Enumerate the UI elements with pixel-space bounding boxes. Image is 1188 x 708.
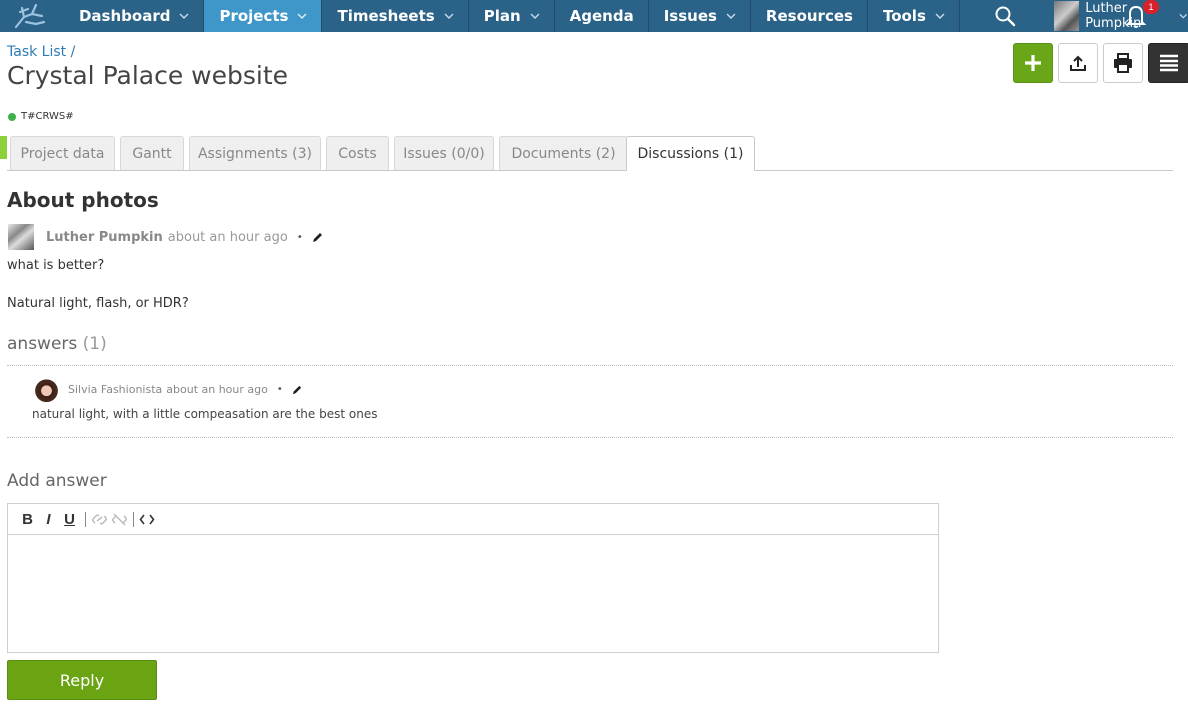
answers-count: (1) [82,334,107,354]
post-body-line: Natural light, flash, or HDR? [7,296,189,311]
chevron-down-icon [530,13,540,19]
app-logo[interactable] [0,0,64,32]
nav-timesheets-label: Timesheets [337,7,435,25]
printer-icon [1114,53,1132,73]
nav-issues-label: Issues [663,7,717,25]
toolbar-divider [133,511,134,527]
answers-label: answers [7,334,78,354]
link-icon[interactable] [91,512,108,527]
chevron-down-icon [726,13,736,19]
meta-separator: • [276,384,283,395]
bold-button[interactable]: B [17,511,38,528]
plus-icon [1025,55,1041,71]
nav-projects-label: Projects [219,7,289,25]
export-button[interactable] [1058,43,1098,83]
nav-dashboard-label: Dashboard [78,7,171,25]
nav-plan[interactable]: Plan [469,0,555,32]
nav-resources-label: Resources [765,7,853,25]
project-code: T#CRWS# [21,111,74,122]
nav-tools-label: Tools [882,7,926,25]
chevron-down-icon [935,13,945,19]
project-code-row: T#CRWS# [8,111,74,122]
discussion-title: About photos [7,188,159,212]
answer-textarea[interactable] [8,535,938,652]
add-answer-heading: Add answer [7,471,107,491]
editor-toolbar: B I U [8,504,938,535]
divider [7,437,1173,438]
post-meta: Luther Pumpkin about an hour ago • [46,230,324,245]
tab-documents[interactable]: Documents (2) [499,136,628,170]
tab-accent-marker [0,136,7,159]
tab-assignments[interactable]: Assignments (3) [189,136,321,170]
toolbar-divider [85,511,86,527]
reply-meta: Silvia Fashionista about an hour ago • [68,383,303,396]
nav-projects[interactable]: Projects [204,0,323,32]
nav-issues[interactable]: Issues [649,0,751,32]
list-menu-button[interactable] [1148,43,1188,83]
post-author[interactable]: Luther Pumpkin [46,230,163,245]
answers-heading: answers (1) [7,334,107,354]
search-icon [995,6,1015,27]
reply-button[interactable]: Reply [7,660,157,700]
chevron-down-icon [179,13,189,19]
logo-icon [14,3,46,29]
italic-button[interactable]: I [38,511,59,528]
tab-project-data[interactable]: Project data [10,136,115,170]
nav-tools[interactable]: Tools [868,0,960,32]
chevron-down-icon [297,13,307,19]
nav-timesheets[interactable]: Timesheets [322,0,469,32]
search-button[interactable] [978,0,1032,32]
chevron-down-icon [444,13,454,19]
top-navbar: Dashboard Projects Timesheets Plan Agend… [0,0,1188,32]
code-icon[interactable] [139,512,155,527]
divider [7,365,1173,366]
chevron-down-icon [1179,13,1188,19]
avatar [34,377,59,402]
tab-gantt[interactable]: Gantt [120,136,184,170]
underline-button[interactable]: U [59,511,80,528]
avatar [1053,1,1080,31]
post-body-line: what is better? [7,258,105,273]
tab-discussions[interactable]: Discussions (1) [626,136,755,171]
status-dot-icon [8,112,16,121]
nav-resources[interactable]: Resources [751,0,868,32]
nav-dashboard[interactable]: Dashboard [64,0,205,32]
reply-time: about an hour ago [166,383,268,396]
tab-bar: Project data Gantt Assignments (3) Costs… [7,136,1173,171]
nav-agenda-label: Agenda [569,7,634,25]
tab-costs[interactable]: Costs [326,136,389,170]
avatar [8,224,34,250]
meta-separator: • [296,232,303,243]
page-title: Crystal Palace website [7,61,289,90]
reply-body: natural light, with a little compeasatio… [32,407,378,421]
breadcrumb[interactable]: Task List / [7,44,75,60]
answer-editor: B I U [7,503,939,653]
pencil-icon[interactable] [311,231,324,244]
nav-agenda[interactable]: Agenda [555,0,649,32]
print-button[interactable] [1103,43,1143,83]
nav-plan-label: Plan [483,7,521,25]
user-menu[interactable]: Luther Pumpkin [1044,0,1188,32]
add-button[interactable] [1013,43,1053,83]
pencil-icon[interactable] [291,384,303,396]
post-time: about an hour ago [167,230,288,245]
tab-issues[interactable]: Issues (0/0) [394,136,494,170]
unlink-icon[interactable] [111,512,128,527]
notification-badge: 1 [1143,0,1159,14]
reply-author[interactable]: Silvia Fashionista [68,383,162,396]
list-icon [1160,54,1178,72]
upload-icon [1070,55,1086,71]
